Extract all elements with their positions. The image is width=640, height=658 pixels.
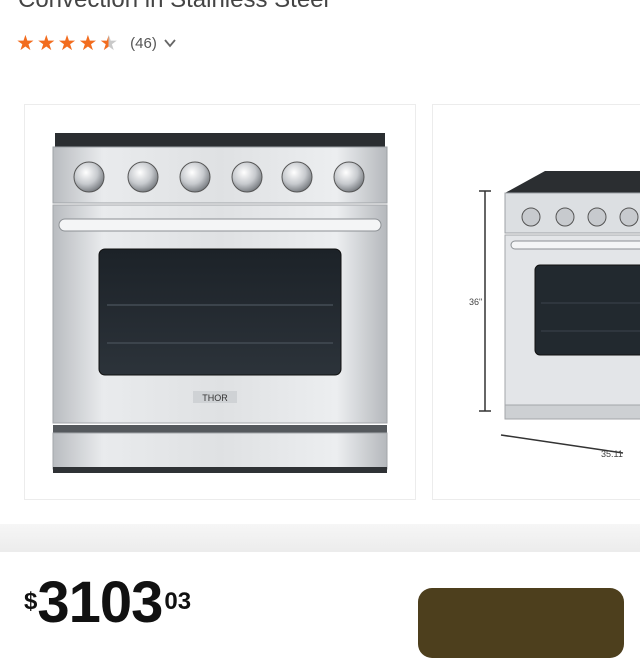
half-star-icon: ★ [99,31,119,55]
price-currency: $ [24,588,38,615]
star-icon: ★ [16,31,35,55]
product-title: Convection in Stainless Steel [18,0,329,14]
product-image-dimensions[interactable]: 36" 35.11 [432,104,640,500]
chevron-down-icon[interactable] [163,36,177,50]
product-image-front[interactable]: THOR [24,104,416,500]
width-dimension-label: 35.11 [601,449,623,459]
brand-badge: THOR [202,393,228,403]
price-cents: 03 [164,588,192,615]
range-dimensions-illustration: 36" 35.11 [469,171,640,459]
section-divider [0,524,640,552]
star-icon: ★ [57,31,77,55]
color-swatch-button[interactable] [418,588,624,658]
review-count[interactable]: (46) [130,35,157,52]
height-dimension-label: 36" [469,297,482,307]
price-dollars: 3103 [37,570,163,635]
price: $ 3103 03 [24,574,191,632]
range-front-illustration: THOR [52,133,388,473]
rating-summary[interactable]: ★ ★ ★ ★ ★ (46) [16,30,177,56]
star-rating: ★ ★ ★ ★ ★ [16,33,120,54]
star-icon: ★ [78,31,98,55]
star-icon: ★ [36,31,56,55]
